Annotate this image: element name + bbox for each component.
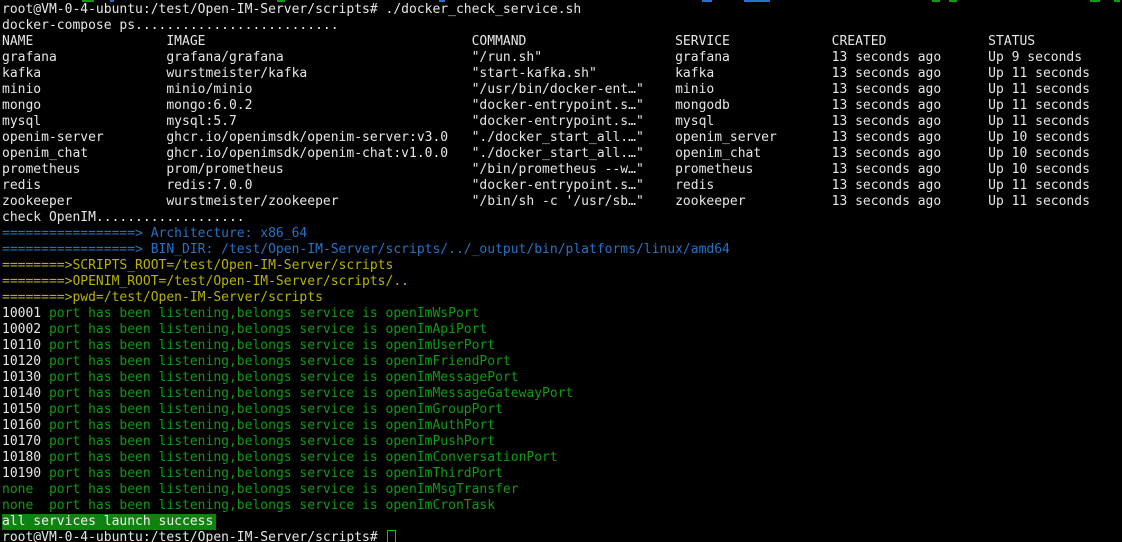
port-line: 10110 port has been listening,belongs se… [2, 338, 1122, 354]
port-number: none [2, 482, 49, 497]
port-line: none port has been listening,belongs ser… [2, 482, 1122, 498]
clipped-text-fragment [277, 0, 285, 2]
terminal-cursor [387, 530, 396, 542]
clipped-previous-line [2, 0, 1122, 2]
terminal-screen[interactable]: root@VM-0-4-ubuntu:/test/Open-IM-Server/… [0, 0, 1122, 542]
shell-prompt: root@VM-0-4-ubuntu:/test/Open-IM-Server/… [2, 530, 386, 542]
table-row: zookeeper wurstmeister/zookeeper "/bin/s… [2, 194, 1122, 210]
table-row: prometheus prom/prometheus "/bin/prometh… [2, 162, 1122, 178]
port-status-text: port has been listening,belongs service … [49, 306, 479, 321]
container-port-lines: 10001 port has been listening,belongs se… [2, 306, 1122, 514]
port-line: 10180 port has been listening,belongs se… [2, 450, 1122, 466]
clipped-text-fragment [932, 0, 940, 2]
table-row: openim_chat ghcr.io/openimsdk/openim-cha… [2, 146, 1122, 162]
port-number: 10002 [2, 322, 49, 337]
port-line: 10120 port has been listening,belongs se… [2, 354, 1122, 370]
port-number: 10140 [2, 386, 49, 401]
port-status-text: port has been listening,belongs service … [49, 338, 495, 353]
port-line: none port has been listening,belongs ser… [2, 498, 1122, 514]
info-line: =================> BIN_DIR: /test/Open-I… [2, 242, 1122, 258]
info-line: ========>SCRIPTS_ROOT=/test/Open-IM-Serv… [2, 258, 1122, 274]
shell-prompt: root@VM-0-4-ubuntu:/test/Open-IM-Server/… [2, 2, 386, 17]
port-status-text: port has been listening,belongs service … [49, 450, 558, 465]
port-line: 10170 port has been listening,belongs se… [2, 434, 1122, 450]
table-row: grafana grafana/grafana "/run.sh" grafan… [2, 50, 1122, 66]
shell-prompt-line: root@VM-0-4-ubuntu:/test/Open-IM-Server/… [2, 2, 1122, 18]
port-number: 10190 [2, 466, 49, 481]
port-status-text: port has been listening,belongs service … [49, 402, 503, 417]
final-prompt-line: root@VM-0-4-ubuntu:/test/Open-IM-Server/… [2, 530, 1122, 542]
container-info-lines: =================> Architecture: x86_64=… [2, 226, 1122, 306]
success-line: all services launch success [2, 514, 1122, 530]
port-line: 10190 port has been listening,belongs se… [2, 466, 1122, 482]
port-number: 10120 [2, 354, 49, 369]
table-row: openim-server ghcr.io/openimsdk/openim-s… [2, 130, 1122, 146]
port-line: 10130 port has been listening,belongs se… [2, 370, 1122, 386]
table-row: kafka wurstmeister/kafka "start-kafka.sh… [2, 66, 1122, 82]
port-line: 10160 port has been listening,belongs se… [2, 418, 1122, 434]
clipped-text-fragment [1114, 0, 1120, 2]
container-table-rows: grafana grafana/grafana "/run.sh" grafan… [2, 50, 1122, 210]
clipped-text-fragment [82, 0, 94, 2]
port-status-text: port has been listening,belongs service … [49, 322, 487, 337]
port-number: 10180 [2, 450, 49, 465]
port-status-text: port has been listening,belongs service … [49, 370, 519, 385]
port-line: 10001 port has been listening,belongs se… [2, 306, 1122, 322]
port-status-text: port has been listening,belongs service … [49, 466, 503, 481]
port-line: 10002 port has been listening,belongs se… [2, 322, 1122, 338]
port-status-text: port has been listening,belongs service … [49, 386, 573, 401]
port-number: 10150 [2, 402, 49, 417]
success-banner: all services launch success [2, 514, 216, 530]
typed-command: ./docker_check_service.sh [386, 2, 582, 17]
port-number: 10130 [2, 370, 49, 385]
port-number: 10160 [2, 418, 49, 433]
port-status-text: port has been listening,belongs service … [49, 482, 519, 497]
info-line: ========>OPENIM_ROOT=/test/Open-IM-Serve… [2, 274, 1122, 290]
port-number: 10170 [2, 434, 49, 449]
clipped-text-fragment [949, 0, 957, 2]
table-row: minio minio/minio "/usr/bin/docker-ent…"… [2, 82, 1122, 98]
port-status-text: port has been listening,belongs service … [49, 354, 511, 369]
port-number: 10001 [2, 306, 49, 321]
table-header: NAME IMAGE COMMAND SERVICE CREATED STATU… [2, 34, 1122, 50]
info-line: ========>pwd=/test/Open-IM-Server/script… [2, 290, 1122, 306]
port-status-text: port has been listening,belongs service … [49, 498, 495, 513]
clipped-text-fragment [439, 0, 445, 2]
port-status-text: port has been listening,belongs service … [49, 434, 495, 449]
clipped-text-fragment [702, 0, 712, 2]
table-row: redis redis:7.0.0 "docker-entrypoint.s…"… [2, 178, 1122, 194]
compose-progress-line: docker-compose ps.......................… [2, 18, 1122, 34]
port-number: none [2, 498, 49, 513]
clipped-text-fragment [744, 0, 770, 2]
port-number: 10110 [2, 338, 49, 353]
table-row: mongo mongo:6.0.2 "docker-entrypoint.s…"… [2, 98, 1122, 114]
clipped-text-fragment [110, 0, 114, 2]
info-line: =================> Architecture: x86_64 [2, 226, 1122, 242]
clipped-text-fragment [1090, 0, 1100, 2]
table-row: mysql mysql:5.7 "docker-entrypoint.s…" m… [2, 114, 1122, 130]
port-status-text: port has been listening,belongs service … [49, 418, 495, 433]
port-line: 10150 port has been listening,belongs se… [2, 402, 1122, 418]
check-openim-line: check OpenIM................... [2, 210, 1122, 226]
port-line: 10140 port has been listening,belongs se… [2, 386, 1122, 402]
